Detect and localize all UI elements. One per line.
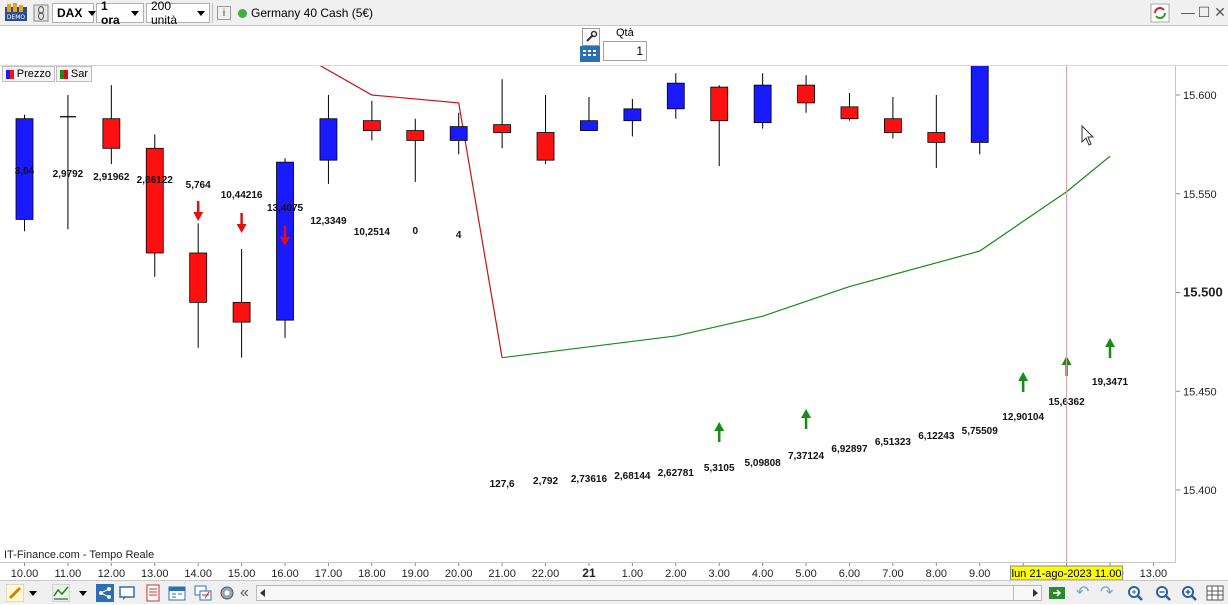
time-tick-label: 5.00	[795, 568, 816, 580]
share-icon[interactable]	[96, 584, 114, 602]
grid-layout-icon[interactable]	[1206, 584, 1224, 602]
chevron-down-icon	[197, 10, 205, 16]
timeframe-select[interactable]: 1 ora	[96, 0, 144, 27]
price-tick-label: 15.500	[1183, 285, 1223, 300]
time-tick-label: 3.00	[709, 568, 730, 580]
time-tick-label: 12.00	[98, 568, 126, 580]
zoom-fit-icon[interactable]	[1126, 584, 1144, 602]
time-tick-label: 14.00	[184, 568, 212, 580]
zoom-in-icon[interactable]	[1180, 584, 1198, 602]
price-tick-label: 15.600	[1183, 90, 1217, 102]
price-tick-label: 15.450	[1183, 386, 1217, 398]
svg-text:DEMO: DEMO	[7, 14, 26, 21]
chevron-down-icon[interactable]	[28, 584, 38, 602]
scroll-right-icon[interactable]	[1033, 589, 1038, 597]
settings-gear-icon[interactable]	[218, 584, 236, 602]
time-tick-label: 10.00	[11, 568, 39, 580]
price-tick-label: 15.550	[1183, 189, 1217, 201]
time-tick-label: 6.00	[839, 568, 860, 580]
windows-icon[interactable]	[194, 584, 212, 602]
time-tick-label: 15.00	[228, 568, 256, 580]
time-axis-line	[0, 562, 1176, 563]
minimize-icon[interactable]: —	[1180, 4, 1196, 20]
status-dot-icon	[238, 8, 247, 18]
drawing-pen-icon[interactable]	[5, 583, 25, 603]
time-tick-label: 13.00	[141, 568, 169, 580]
time-tick-label: 17.00	[315, 568, 343, 580]
market-name: Germany 40 Cash (5€)	[251, 6, 374, 20]
calendar-icon[interactable]	[168, 584, 186, 602]
time-tick-label: 21.00	[488, 568, 516, 580]
chevron-down-icon	[131, 10, 139, 16]
instrument-select[interactable]: DAX	[52, 3, 97, 23]
top-toolbar: DEMO DAX 1 ora 200 unità i Germany 40 Ca…	[0, 0, 1228, 27]
scroll-thumb[interactable]	[1013, 586, 1014, 600]
horizontal-scrollbar[interactable]	[256, 585, 1042, 601]
time-tick-label: 8.00	[926, 568, 947, 580]
redo-icon[interactable]: ↷	[1100, 584, 1118, 602]
qty-input[interactable]: 1	[603, 41, 647, 61]
time-tick-label: 21	[582, 566, 596, 580]
data-source-watermark: IT-Finance.com - Tempo Reale	[4, 549, 155, 561]
time-tick-label: 13.00	[1140, 568, 1168, 580]
time-tick-label: 16.00	[271, 568, 299, 580]
info-button[interactable]: i	[217, 6, 231, 20]
toolbar-divider	[212, 3, 213, 23]
demo-logo-icon: DEMO	[4, 3, 28, 23]
price-tick-label: 15.400	[1183, 485, 1217, 497]
time-tick-label: 2.00	[665, 568, 686, 580]
plot-area	[0, 66, 1176, 562]
market-status-indicator	[238, 3, 248, 23]
crosshair-time-label: lun 21-ago-2023 11.00	[1012, 568, 1122, 580]
wrench-icon[interactable]	[582, 28, 600, 46]
undo-icon[interactable]: ↶	[1076, 584, 1094, 602]
timeframe-value: 1 ora	[101, 0, 120, 27]
instrument-value: DAX	[57, 6, 83, 20]
keypad-icon[interactable]	[580, 46, 600, 62]
info-icon: i	[222, 7, 226, 19]
report-icon[interactable]	[144, 584, 162, 602]
time-tick-label: 7.00	[882, 568, 903, 580]
indicator-chart-icon[interactable]	[51, 583, 71, 603]
order-bar: Qtà 1	[0, 26, 1228, 66]
time-tick-label: 19.00	[402, 568, 430, 580]
zoom-out-icon[interactable]	[1154, 584, 1172, 602]
units-value: 200 unità	[151, 0, 178, 27]
qty-label: Qtà	[616, 27, 634, 39]
chat-icon[interactable]	[118, 584, 136, 602]
scroll-left-icon[interactable]	[260, 589, 265, 597]
refresh-orders-icon[interactable]	[1150, 3, 1170, 23]
time-tick-label: 9.00	[969, 568, 990, 580]
close-icon[interactable]: ✕	[1212, 4, 1228, 20]
units-select[interactable]: 200 unità	[146, 0, 210, 27]
go-to-end-icon[interactable]	[1048, 584, 1066, 602]
bottom-toolbar: « ↶ ↷	[0, 580, 1228, 604]
time-tick-label: 1.00	[622, 568, 643, 580]
time-tick-label: 22.00	[532, 568, 560, 580]
link-chain-icon[interactable]	[32, 3, 50, 23]
time-tick-label: 11.00	[55, 568, 82, 580]
chevron-down-icon[interactable]	[78, 584, 88, 602]
time-tick-label: 18.00	[358, 568, 386, 580]
time-tick-label: 20.00	[445, 568, 473, 580]
time-tick-label: 4.00	[752, 568, 773, 580]
maximize-icon[interactable]: ☐	[1196, 4, 1212, 20]
